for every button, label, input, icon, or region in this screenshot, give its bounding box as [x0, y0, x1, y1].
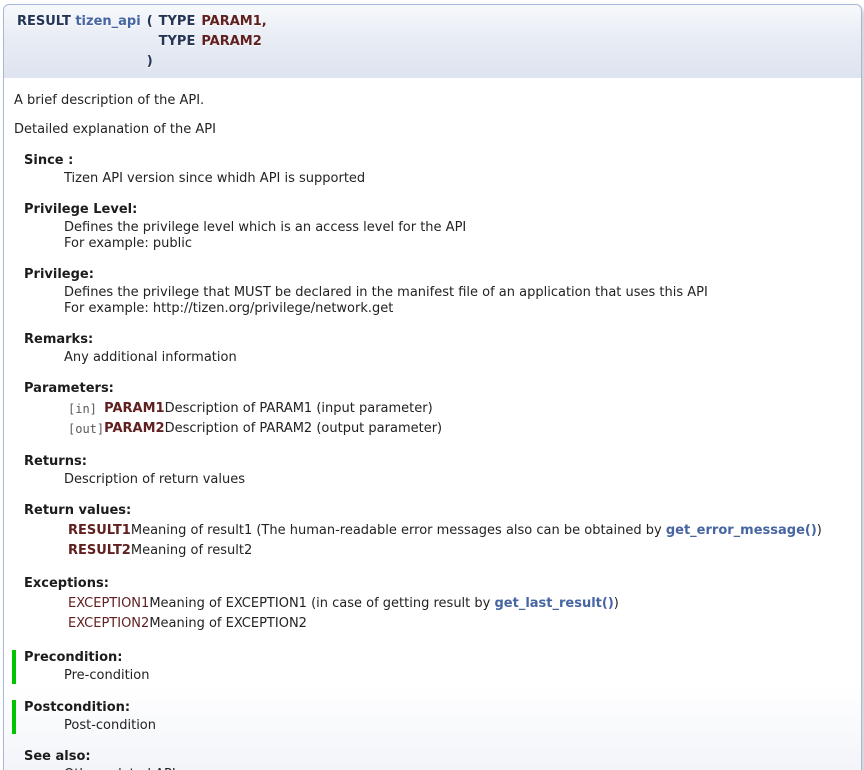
see-also-title: See also:	[24, 749, 851, 765]
api-doc-card: RESULT tizen_api ( TYPE PARAM1, TYPE PAR…	[3, 4, 862, 770]
description-text: )	[817, 523, 822, 538]
param-name: PARAM2	[104, 419, 164, 439]
page: RESULT tizen_api ( TYPE PARAM1, TYPE PAR…	[0, 0, 864, 770]
precondition-body: Pre-condition	[64, 668, 851, 684]
function-documentation: A brief description of the API. Detailed…	[3, 78, 862, 770]
get-last-result-link[interactable]: get_last_result()	[494, 596, 613, 611]
section-remarks: Remarks: Any additional information	[24, 332, 851, 366]
exceptions-body: EXCEPTION1 Meaning of EXCEPTION1 (in cas…	[68, 594, 851, 634]
param-description: Description of PARAM2 (output parameter)	[165, 419, 443, 439]
empty-cell	[156, 52, 199, 72]
postcondition-title: Postcondition:	[24, 700, 851, 716]
section-precondition: Precondition: Pre-condition	[12, 650, 851, 684]
section-parameters: Parameters: [in] PARAM1 Description of P…	[24, 381, 851, 439]
section-privilege-level: Privilege Level: Defines the privilege l…	[24, 202, 851, 252]
exception-row: EXCEPTION1 Meaning of EXCEPTION1 (in cas…	[68, 594, 619, 614]
exception-description: Meaning of EXCEPTION2	[149, 614, 619, 634]
return-value-description: Meaning of result1 (The human-readable e…	[131, 521, 822, 541]
param-name: PARAM2	[198, 32, 269, 52]
parameters-table: [in] PARAM1 Description of PARAM1 (input…	[68, 399, 442, 439]
privilege-title: Privilege:	[24, 267, 851, 283]
empty-cell	[198, 52, 269, 72]
exceptions-title: Exceptions:	[24, 576, 851, 592]
open-paren: (	[144, 12, 156, 32]
precondition-title: Precondition:	[24, 650, 851, 666]
param-direction: [out]	[68, 419, 104, 439]
postcondition-body: Post-condition	[64, 718, 851, 734]
privilege-line: For example: http://tizen.org/privilege/…	[64, 301, 851, 317]
privilege-level-title: Privilege Level:	[24, 202, 851, 218]
return-value-name: RESULT1	[68, 521, 131, 541]
detailed-description: Detailed explanation of the API	[14, 122, 851, 138]
param-type: TYPE	[156, 32, 199, 52]
return-value-row: RESULT2 Meaning of result2	[68, 541, 822, 561]
exception-row: EXCEPTION2 Meaning of EXCEPTION2	[68, 614, 619, 634]
return-values-table: RESULT1 Meaning of result1 (The human-re…	[68, 521, 822, 561]
since-body: Tizen API version since whidh API is sup…	[64, 171, 851, 187]
function-signature-header: RESULT tizen_api ( TYPE PARAM1, TYPE PAR…	[3, 4, 862, 78]
return-value-description: Meaning of result2	[131, 541, 822, 561]
signature-name-cell: RESULT tizen_api	[14, 12, 144, 32]
remarks-body: Any additional information	[64, 350, 851, 366]
signature-row-2: TYPE PARAM2	[14, 32, 270, 52]
function-name-link[interactable]: tizen_api	[75, 14, 140, 29]
privilege-body: Defines the privilege that MUST be decla…	[64, 285, 851, 317]
parameters-title: Parameters:	[24, 381, 851, 397]
remarks-title: Remarks:	[24, 332, 851, 348]
privilege-level-body: Defines the privilege level which is an …	[64, 220, 851, 252]
empty-cell	[144, 32, 156, 52]
section-returns: Returns: Description of return values	[24, 454, 851, 488]
returns-title: Returns:	[24, 454, 851, 470]
param-direction: [in]	[68, 399, 104, 419]
param-name: PARAM1	[104, 399, 164, 419]
empty-cell	[14, 52, 144, 72]
returns-body: Description of return values	[64, 472, 851, 488]
return-type: RESULT	[17, 14, 71, 29]
parameter-row: [out] PARAM2 Description of PARAM2 (outp…	[68, 419, 442, 439]
return-values-title: Return values:	[24, 503, 851, 519]
since-title: Since :	[24, 153, 851, 169]
description-text: Meaning of result1 (The human-readable e…	[131, 523, 666, 538]
description-text: Meaning of result2	[131, 543, 252, 558]
section-postcondition: Postcondition: Post-condition	[12, 700, 851, 734]
brief-description: A brief description of the API.	[14, 93, 851, 109]
signature-row-1: RESULT tizen_api ( TYPE PARAM1,	[14, 12, 270, 32]
empty-cell	[14, 32, 144, 52]
param-description: Description of PARAM1 (input parameter)	[165, 399, 443, 419]
section-return-values: Return values: RESULT1 Meaning of result…	[24, 503, 851, 561]
privilege-line: Defines the privilege that MUST be decla…	[64, 285, 851, 301]
privilege-level-line: Defines the privilege level which is an …	[64, 220, 851, 236]
signature-table: RESULT tizen_api ( TYPE PARAM1, TYPE PAR…	[14, 12, 270, 72]
parameters-body: [in] PARAM1 Description of PARAM1 (input…	[68, 399, 851, 439]
description-text: Meaning of EXCEPTION2	[149, 616, 307, 631]
section-exceptions: Exceptions: EXCEPTION1 Meaning of EXCEPT…	[24, 576, 851, 634]
return-value-row: RESULT1 Meaning of result1 (The human-re…	[68, 521, 822, 541]
exception-name: EXCEPTION1	[68, 594, 149, 614]
section-privilege: Privilege: Defines the privilege that MU…	[24, 267, 851, 317]
signature-row-3: )	[14, 52, 270, 72]
param-type: TYPE	[156, 12, 199, 32]
description-text: )	[614, 596, 619, 611]
return-value-name: RESULT2	[68, 541, 131, 561]
get-error-message-link[interactable]: get_error_message()	[666, 523, 817, 538]
close-paren: )	[144, 52, 156, 72]
param-name: PARAM1,	[198, 12, 269, 32]
parameter-row: [in] PARAM1 Description of PARAM1 (input…	[68, 399, 442, 419]
section-since: Since : Tizen API version since whidh AP…	[24, 153, 851, 187]
section-see-also: See also: Other related APIs	[24, 749, 851, 770]
description-text: Meaning of EXCEPTION1 (in case of gettin…	[149, 596, 494, 611]
return-values-body: RESULT1 Meaning of result1 (The human-re…	[68, 521, 851, 561]
privilege-level-line: For example: public	[64, 236, 851, 252]
exception-description: Meaning of EXCEPTION1 (in case of gettin…	[149, 594, 619, 614]
exception-name: EXCEPTION2	[68, 614, 149, 634]
exceptions-table: EXCEPTION1 Meaning of EXCEPTION1 (in cas…	[68, 594, 619, 634]
